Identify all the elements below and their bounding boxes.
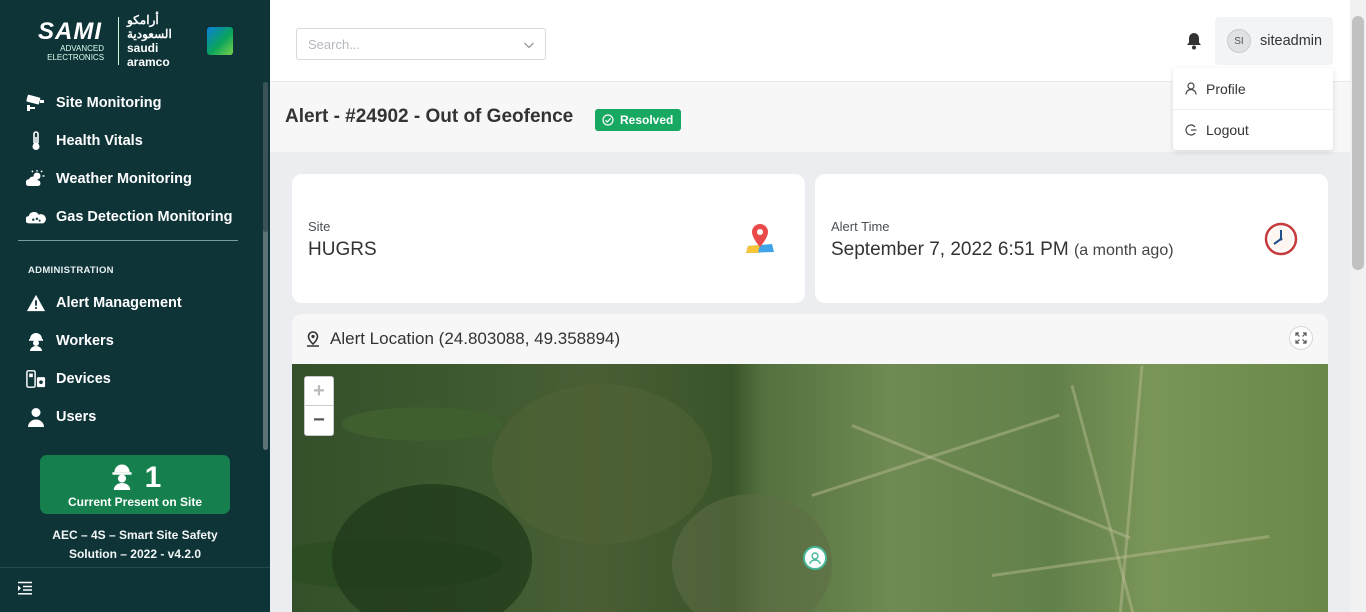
menu-item-label: Logout: [1206, 122, 1249, 138]
map-track: [1070, 385, 1136, 612]
zoom-control: + −: [304, 376, 334, 436]
menu-item-profile[interactable]: Profile: [1173, 68, 1333, 109]
alert-time-date: September 7, 2022 6:51 PM: [831, 239, 1069, 260]
search-input[interactable]: [297, 29, 507, 59]
present-label: Current Present on Site: [67, 495, 203, 509]
menu-item-logout[interactable]: Logout: [1173, 109, 1333, 150]
check-circle-icon: [602, 114, 614, 126]
site-value: HUGRS: [308, 239, 377, 260]
alert-time-card: Alert Time September 7, 2022 6:51 PM (a …: [815, 174, 1328, 303]
version-line-1: AEC – 4S – Smart Site Safety: [52, 528, 218, 542]
fullscreen-button[interactable]: [1289, 326, 1313, 350]
location-pin-icon: [306, 331, 320, 347]
sidebar-item-label: Site Monitoring: [56, 95, 162, 111]
alert-time-relative: (a month ago): [1073, 242, 1174, 259]
sidebar-item-alert-management[interactable]: Alert Management: [0, 284, 262, 322]
satellite-map[interactable]: + −: [292, 364, 1328, 612]
version-line-2: Solution – 2022 - v4.2.0: [68, 547, 202, 561]
page-scrollbar-thumb[interactable]: [1352, 16, 1364, 270]
collapse-menu-icon[interactable]: [17, 581, 33, 600]
alert-location-title: Alert Location (24.803088, 49.358894): [330, 329, 621, 348]
clock-icon: [1264, 222, 1298, 261]
aramco-logo-arabic: أرامكو السعودية: [126, 13, 172, 41]
alert-location-header: Alert Location (24.803088, 49.358894): [292, 314, 1328, 364]
aramco-logo-english: saudi aramco: [126, 41, 170, 69]
sidebar-scrollbar-thumb[interactable]: [263, 82, 268, 232]
sidebar-item-gas-detection[interactable]: Gas Detection Monitoring: [0, 198, 262, 236]
sami-logo: SAMI ADVANCED ELECTRONICS: [38, 18, 110, 63]
site-card: Site HUGRS: [292, 174, 805, 303]
map-pin-icon: [745, 222, 775, 259]
user-icon: [26, 407, 46, 427]
worker-marker-icon: [809, 552, 821, 565]
sami-logo-text: SAMI: [38, 18, 102, 45]
status-badge: Resolved: [595, 109, 682, 131]
expand-icon: [1295, 332, 1307, 344]
alert-location-marker[interactable]: [803, 546, 827, 570]
present-count: 1: [144, 461, 162, 494]
site-label: Site: [308, 219, 331, 234]
cctv-camera-icon: [26, 93, 46, 113]
alert-time-value: September 7, 2022 6:51 PM (a month ago): [831, 239, 1174, 261]
alert-time-label: Alert Time: [831, 219, 890, 234]
sidebar-item-label: Devices: [56, 371, 111, 387]
page-title: Alert - #24902 - Out of Geofence: [285, 106, 574, 127]
sidebar-item-weather-monitoring[interactable]: Weather Monitoring: [0, 160, 262, 198]
present-on-site-card[interactable]: 1 Current Present on Site: [40, 455, 230, 514]
map-track: [851, 424, 1131, 540]
page-scrollbar[interactable]: [1350, 0, 1366, 612]
avatar: SI: [1227, 29, 1251, 53]
zoom-in-button[interactable]: +: [305, 377, 333, 406]
main-content: Site HUGRS Alert Time September 7, 2022 …: [270, 152, 1350, 612]
menu-item-label: Profile: [1206, 80, 1246, 97]
devices-icon: [26, 369, 46, 389]
sun-cloud-icon: [26, 169, 46, 189]
worker-helmet-icon: [26, 331, 46, 351]
alert-location-card: Alert Location (24.803088, 49.358894) + …: [292, 314, 1328, 612]
user-menu-toggle[interactable]: SI siteadmin: [1215, 17, 1333, 65]
sidebar-section-title: ADMINISTRATION: [28, 265, 114, 276]
sidebar-item-label: Health Vitals: [56, 133, 143, 149]
status-label: Resolved: [620, 113, 674, 127]
map-track: [991, 535, 1270, 577]
map-terrain: [332, 484, 532, 612]
sidebar-nav: Site Monitoring Health Vitals Weather Mo…: [0, 84, 262, 436]
sidebar-item-label: Weather Monitoring: [56, 171, 192, 187]
user-dropdown-menu: Profile Logout: [1173, 68, 1333, 150]
sidebar-item-site-monitoring[interactable]: Site Monitoring: [0, 84, 262, 122]
map-track: [811, 413, 1060, 497]
sidebar-item-workers[interactable]: Workers: [0, 322, 262, 360]
sidebar-item-label: Gas Detection Monitoring: [56, 209, 233, 225]
warning-icon: [26, 293, 46, 313]
sidebar: SAMI ADVANCED ELECTRONICS أرامكو السعودي…: [0, 0, 270, 612]
zoom-out-button[interactable]: −: [305, 406, 333, 435]
sidebar-item-devices[interactable]: Devices: [0, 360, 262, 398]
brand-logo[interactable]: SAMI ADVANCED ELECTRONICS أرامكو السعودي…: [38, 13, 233, 69]
sidebar-item-label: Users: [56, 409, 97, 425]
sami-logo-sub1: ADVANCED: [60, 44, 105, 53]
user-outline-icon: [1185, 82, 1197, 95]
sidebar-footer: [0, 567, 270, 612]
username: siteadmin: [1260, 33, 1323, 49]
gas-cloud-icon: [26, 207, 46, 227]
version-info: AEC – 4S – Smart Site Safety Solution – …: [40, 526, 230, 564]
bell-icon[interactable]: [1186, 32, 1202, 55]
map-terrain: [492, 384, 712, 544]
sidebar-item-health-vitals[interactable]: Health Vitals: [0, 122, 262, 160]
sidebar-item-label: Workers: [56, 333, 114, 349]
aramco-logo: أرامكو السعودية saudi aramco: [127, 13, 233, 69]
sidebar-item-label: Alert Management: [56, 295, 182, 311]
map-track: [1117, 365, 1144, 612]
search-select[interactable]: [296, 28, 546, 60]
thermometer-icon: [26, 131, 46, 151]
logout-icon: [1185, 124, 1197, 136]
sidebar-item-users[interactable]: Users: [0, 398, 262, 436]
worker-helmet-icon: [109, 462, 135, 495]
sami-logo-sub2: ELECTRONICS: [47, 53, 105, 62]
chevron-down-icon[interactable]: [523, 38, 535, 56]
aramco-star-icon: [206, 27, 233, 55]
logo-divider: [118, 17, 119, 65]
